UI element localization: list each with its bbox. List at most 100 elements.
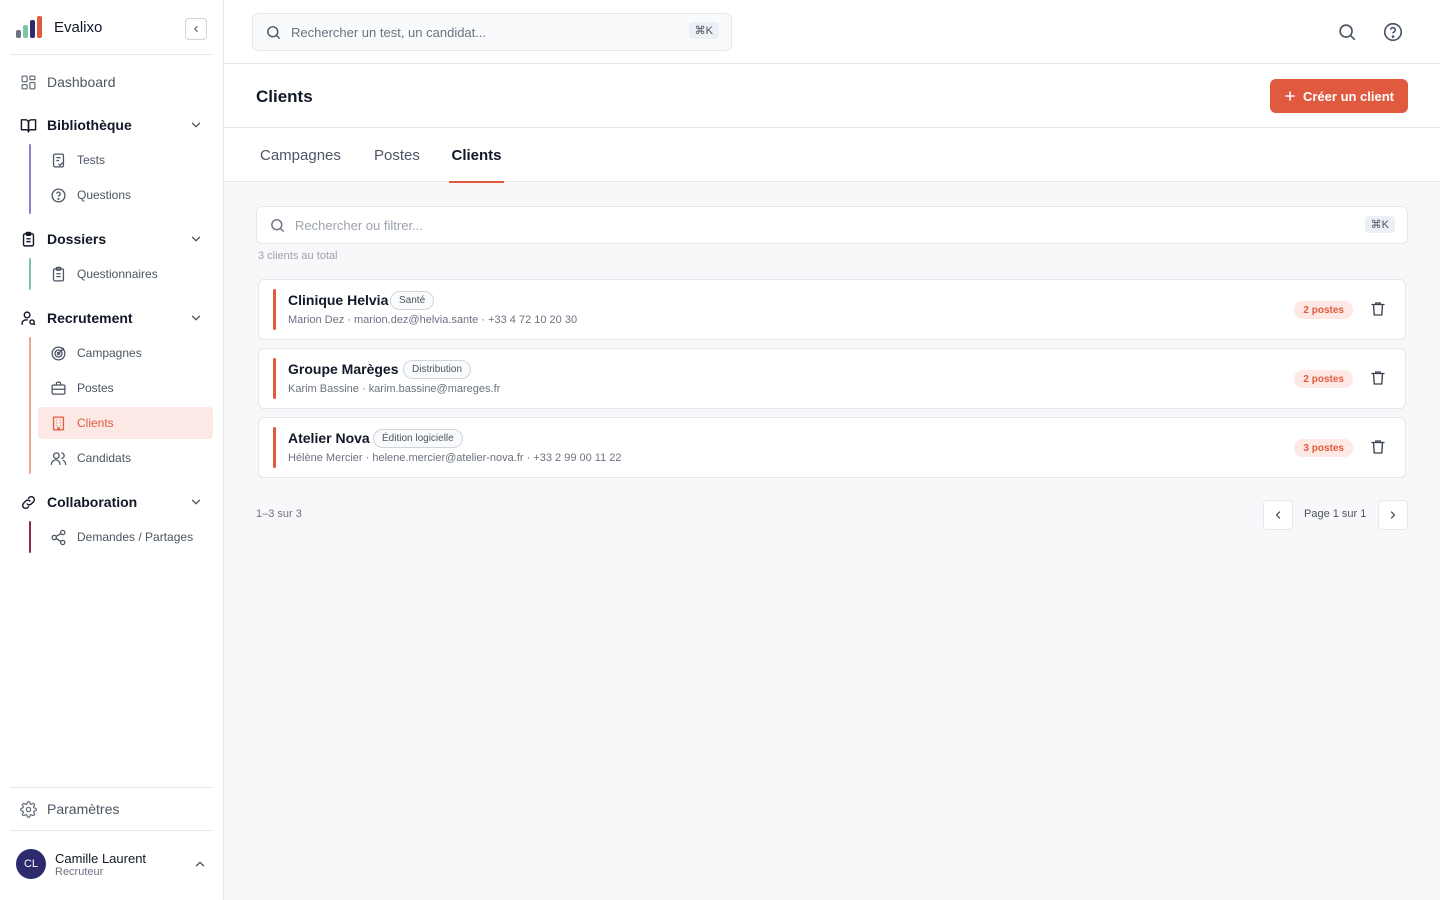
sidebar-item-questionnaires-label: Questionnaires [77,267,158,281]
tab-campagnes[interactable]: Campagnes [256,128,345,182]
clients-total: 3 clients au total [258,250,338,262]
tab-postes[interactable]: Postes [370,128,424,182]
page-header: Clients Créer un client [224,64,1440,128]
sidebar-item-questionnaires[interactable]: Questionnaires [38,258,213,290]
sidebar-item-candidats-label: Candidats [77,451,132,465]
topbar: ⌘K [224,0,1440,64]
collapse-sidebar-button[interactable] [185,18,207,40]
client-accent-bar [273,358,276,399]
client-name: Atelier Nova [288,430,370,446]
user-menu[interactable]: CL Camille Laurent Recruteur [16,848,213,880]
client-card[interactable]: Atelier Nova Édition logicielle Hélène M… [258,417,1406,478]
sidebar-item-postes[interactable]: Postes [38,372,213,404]
nav-rail-collaboration [29,521,31,553]
gear-icon [20,800,37,818]
nav-rail-bibliotheque [29,144,31,214]
book-open-icon [20,118,37,133]
tab-clients[interactable]: Clients [449,128,504,183]
trash-icon[interactable] [1369,300,1387,318]
sidebar-item-clients[interactable]: Clients [38,407,213,439]
client-sector-tag: Distribution [403,360,472,379]
nav-dashboard-label: Dashboard [47,74,116,90]
nav-rail-recrutement [29,337,31,474]
help-icon[interactable] [1382,21,1404,43]
sidebar-item-tests-label: Tests [77,153,106,167]
sidebar-item-tests[interactable]: Tests [38,144,213,176]
nav-rail-dossiers [29,258,31,290]
nav-group-collaboration-label: Collaboration [47,494,138,510]
sidebar-item-candidats[interactable]: Candidats [38,442,213,474]
target-icon [51,345,66,361]
nav-group-recrutement-label: Recrutement [47,310,133,326]
users-icon [50,451,67,465]
client-posts-badge: 3 postes [1294,439,1353,457]
brand: Evalixo [10,0,213,55]
sidebar-item-campagnes-label: Campagnes [77,346,142,360]
chevron-down-icon [191,499,201,505]
pagination-next-button[interactable] [1378,500,1408,530]
nav-group-recrutement[interactable]: Recrutement [10,302,213,334]
nav-group-dossiers[interactable]: Dossiers [10,223,213,255]
filter-input[interactable] [295,217,1195,233]
client-contact: Marion Dez · marion.dez@helvia.sante · +… [288,314,578,326]
client-card[interactable]: Clinique Helvia Santé Marion Dez · mario… [258,279,1406,340]
search-icon[interactable] [1336,21,1358,43]
filter-search[interactable]: ⌘K [256,206,1408,244]
user-name: Camille Laurent [55,850,147,866]
sidebar-item-clients-label: Clients [77,416,114,430]
sidebar-item-campagnes[interactable]: Campagnes [38,337,213,369]
client-contact: Karim Bassine · karim.bassine@mareges.fr [288,383,501,395]
sidebar-item-settings[interactable]: Paramètres [10,787,213,831]
client-accent-bar [273,289,276,330]
dashboard-icon [21,74,36,90]
pagination-prev-button[interactable] [1263,500,1293,530]
brand-name: Evalixo [54,18,103,36]
building-icon [52,415,65,431]
sidebar-item-demandes-partages-label: Demandes / Partages [77,530,194,544]
create-client-label: Créer un client [1302,88,1395,104]
nav-group-bibliotheque[interactable]: Bibliothèque [10,109,213,141]
clipboard-check-icon [52,152,65,168]
clipboard-list-icon [52,266,65,282]
briefcase-icon [51,380,66,395]
user-search-icon [21,310,36,325]
chevron-left-icon [1275,511,1281,519]
chevron-down-icon [191,315,201,321]
sidebar: Evalixo Dashboard Bibliothèque Tests Que… [0,0,224,900]
user-role: Recruteur [55,865,104,878]
plus-icon [1285,91,1295,101]
client-card[interactable]: Groupe Marèges Distribution Karim Bassin… [258,348,1406,409]
clipboard-icon [22,231,35,247]
search-icon [271,218,284,232]
chevron-up-icon [195,861,205,867]
client-name: Groupe Marèges [288,361,399,377]
client-sector-tag: Santé [390,291,435,310]
sidebar-item-demandes-partages[interactable]: Demandes / Partages [38,521,213,553]
chevron-down-icon [191,122,201,128]
avatar: CL [16,849,46,879]
nav-dashboard[interactable]: Dashboard [10,64,213,100]
chevron-down-icon [191,236,201,242]
client-contact: Hélène Mercier · helene.mercier@atelier-… [288,452,622,464]
sidebar-item-questions[interactable]: Questions [38,179,213,211]
chevron-right-icon [1390,511,1396,519]
nav-group-collaboration[interactable]: Collaboration [10,486,213,518]
search-shortcut: ⌘K [688,22,719,39]
sidebar-item-postes-label: Postes [77,381,114,395]
client-sector-tag: Édition logicielle [373,429,463,448]
client-posts-badge: 2 postes [1294,301,1353,319]
global-search[interactable]: ⌘K [252,13,732,51]
search-icon [267,25,280,39]
nav-group-bibliotheque-label: Bibliothèque [47,117,132,133]
create-client-button[interactable]: Créer un client [1270,79,1408,113]
client-name: Clinique Helvia [288,292,389,308]
settings-label: Paramètres [47,801,120,817]
trash-icon[interactable] [1369,438,1387,456]
chevron-left-icon [194,25,198,33]
question-circle-icon [51,187,66,203]
trash-icon[interactable] [1369,369,1387,387]
user-info: Camille Laurent Recruteur [55,851,146,878]
share-icon [51,529,66,545]
global-search-input[interactable] [291,24,671,40]
client-accent-bar [273,427,276,468]
